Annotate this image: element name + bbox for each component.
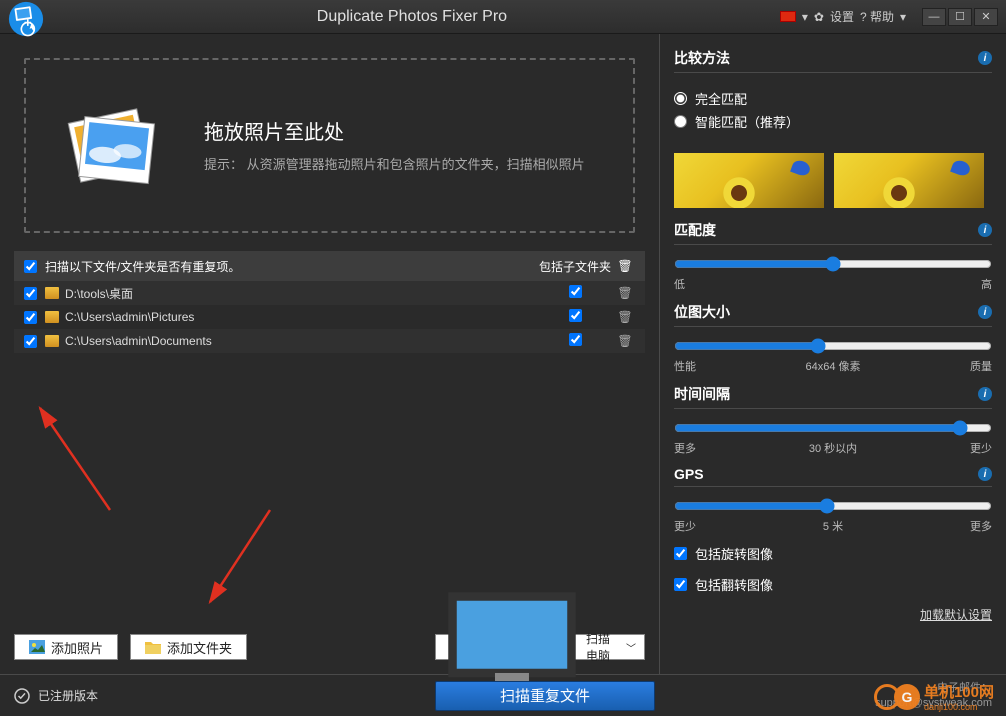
settings-link[interactable]: 设置 [830, 8, 854, 25]
select-all-checkbox[interactable] [24, 260, 37, 273]
check-circle-icon [14, 688, 30, 704]
info-icon[interactable]: i [978, 51, 992, 65]
time-slider[interactable] [674, 419, 992, 437]
titlebar: Duplicate Photos Fixer Pro ▾ ✿ 设置 ? 帮助 ▾… [0, 0, 1006, 34]
folder-list: D:\tools\桌面 🗑 C:\Users\admin\Pictures 🗑 … [14, 281, 645, 353]
add-folder-label: 添加文件夹 [167, 638, 232, 657]
close-button[interactable]: ✕ [974, 8, 998, 26]
help-link[interactable]: ? 帮助 [860, 8, 894, 25]
left-panel: 拖放照片至此处 提示： 从资源管理器拖动照片和包含照片的文件夹，扫描相似照片 扫… [0, 34, 660, 674]
load-defaults-link[interactable]: 加载默认设置 [674, 606, 992, 623]
flag-icon[interactable] [780, 11, 796, 22]
slider-low: 性能 [674, 358, 696, 374]
compare-thumbnails [674, 153, 992, 208]
info-icon[interactable]: i [978, 223, 992, 237]
slider-mid: 5 米 [823, 518, 843, 534]
app-title: Duplicate Photos Fixer Pro [44, 8, 780, 26]
gps-header: GPSi [674, 466, 992, 487]
time-header: 时间间隔i [674, 384, 992, 409]
match-header: 匹配度i [674, 220, 992, 245]
list-header-text: 扫描以下文件/文件夹是否有重复项。 [45, 258, 535, 275]
slider-low: 更少 [674, 518, 696, 534]
footer: 已注册版本 扫描重复文件 电子邮件： support@systweak.com [0, 674, 1006, 716]
photos-stack-icon [56, 96, 176, 196]
add-photos-label: 添加照片 [51, 638, 103, 657]
chevron-down-icon: ﹀ [626, 640, 636, 655]
delete-all-icon[interactable]: 🗑 [615, 259, 635, 273]
bitmap-slider[interactable] [674, 337, 992, 355]
button-row: 添加照片 添加文件夹 扫描电脑 ﹀ [14, 628, 645, 660]
maximize-button[interactable]: ☐ [948, 8, 972, 26]
row-checkbox[interactable] [24, 335, 37, 348]
row-checkbox[interactable] [24, 287, 37, 300]
row-delete-icon[interactable]: 🗑 [615, 334, 635, 348]
scan-computer-dropdown[interactable]: 扫描电脑 ﹀ [435, 634, 645, 660]
match-slider[interactable] [674, 255, 992, 273]
info-icon[interactable]: i [978, 305, 992, 319]
list-item[interactable]: C:\Users\admin\Pictures 🗑 [14, 305, 645, 329]
drop-hint: 提示： 从资源管理器拖动照片和包含照片的文件夹，扫描相似照片 [204, 155, 585, 175]
photo-icon [29, 640, 45, 654]
gear-icon[interactable]: ✿ [814, 10, 824, 24]
list-header: 扫描以下文件/文件夹是否有重复项。 包括子文件夹 🗑 [14, 251, 645, 281]
exact-match-radio[interactable]: 完全匹配 [674, 87, 992, 110]
right-panel: 比较方法i 完全匹配 智能匹配（推荐） 匹配度i 低 高 位图大小i 性能 64x6… [660, 34, 1006, 674]
bitmap-header: 位图大小i [674, 302, 992, 327]
list-item[interactable]: D:\tools\桌面 🗑 [14, 281, 645, 305]
folder-icon [145, 640, 161, 654]
slider-low: 更多 [674, 440, 696, 456]
include-flip-checkbox[interactable]: 包括翻转图像 [674, 573, 992, 596]
row-path: D:\tools\桌面 [65, 285, 535, 302]
include-rotate-checkbox[interactable]: 包括旋转图像 [674, 542, 992, 565]
slider-low: 低 [674, 276, 685, 292]
folder-icon [45, 287, 59, 299]
compare-header: 比较方法i [674, 48, 992, 73]
slider-high: 更多 [970, 518, 992, 534]
row-delete-icon[interactable]: 🗑 [615, 286, 635, 300]
slider-high: 更少 [970, 440, 992, 456]
smart-match-radio[interactable]: 智能匹配（推荐） [674, 110, 992, 133]
row-path: C:\Users\admin\Documents [65, 334, 535, 348]
info-icon[interactable]: i [978, 387, 992, 401]
list-item[interactable]: C:\Users\admin\Documents 🗑 [14, 329, 645, 353]
scan-duplicates-button[interactable]: 扫描重复文件 [435, 681, 655, 711]
thumbnail-left [674, 153, 824, 208]
row-subfolder-checkbox[interactable] [569, 333, 582, 346]
help-dropdown-icon[interactable]: ▾ [900, 10, 906, 24]
add-folder-button[interactable]: 添加文件夹 [130, 634, 247, 660]
registered-status: 已注册版本 [14, 687, 98, 704]
list-subheader: 包括子文件夹 [535, 258, 615, 275]
row-delete-icon[interactable]: 🗑 [615, 310, 635, 324]
slider-mid: 30 秒以内 [809, 440, 857, 456]
slider-mid: 64x64 像素 [805, 358, 860, 374]
row-path: C:\Users\admin\Pictures [65, 310, 535, 324]
row-subfolder-checkbox[interactable] [569, 285, 582, 298]
drop-heading: 拖放照片至此处 [204, 116, 585, 145]
drop-zone[interactable]: 拖放照片至此处 提示： 从资源管理器拖动照片和包含照片的文件夹，扫描相似照片 [24, 58, 635, 233]
scan-computer-label: 扫描电脑 [586, 630, 620, 664]
row-checkbox[interactable] [24, 311, 37, 324]
minimize-button[interactable]: — [922, 8, 946, 26]
slider-high: 质量 [970, 358, 992, 374]
folder-icon [45, 311, 59, 323]
watermark: G 单机100网danji100.com [874, 681, 994, 712]
gps-slider[interactable] [674, 497, 992, 515]
annotation-arrows [30, 400, 330, 620]
add-photos-button[interactable]: 添加照片 [14, 634, 118, 660]
thumbnail-right [834, 153, 984, 208]
slider-high: 高 [981, 276, 992, 292]
info-icon[interactable]: i [978, 467, 992, 481]
row-subfolder-checkbox[interactable] [569, 309, 582, 322]
flag-dropdown-icon[interactable]: ▾ [802, 10, 808, 24]
app-logo-icon [8, 1, 44, 37]
folder-icon [45, 335, 59, 347]
